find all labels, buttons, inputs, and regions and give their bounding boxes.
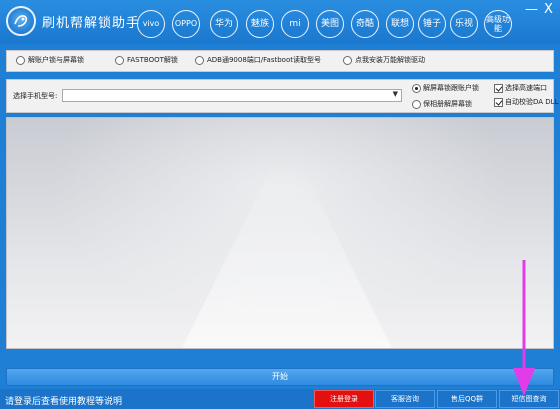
checkbox-label-auto-dll: 自动校验DA DLL: [505, 98, 559, 106]
app-title: 刷机帮解锁助手: [42, 16, 141, 31]
advanced-functions-button[interactable]: 高级功能: [484, 10, 512, 38]
checkbox-auto-dll[interactable]: [494, 98, 503, 107]
chevron-down-icon[interactable]: ▼: [393, 90, 398, 98]
option-radio-fastboot[interactable]: [115, 56, 124, 65]
customer-service-button[interactable]: 客服咨询: [375, 390, 435, 408]
bottom-bar: 请登录后查看使用教程等说明 注册登录 客服咨询 售后QQ群 短信图查询: [0, 389, 560, 409]
brand-oppo-button[interactable]: OPPO: [172, 10, 200, 38]
close-button[interactable]: X: [544, 2, 553, 17]
model-select[interactable]: ▼: [62, 89, 402, 102]
start-button[interactable]: 开始: [6, 368, 554, 386]
brand-huawei-button[interactable]: 华为: [210, 10, 238, 38]
option-radio-install-driver[interactable]: [343, 56, 352, 65]
option-label-unlock-account: 解账户锁与屏幕锁: [28, 56, 84, 64]
checkbox-label-fast-port: 选择高速端口: [505, 84, 547, 92]
brand-xiaomi-button[interactable]: mi: [281, 10, 309, 38]
option-radio-adb-9008[interactable]: [195, 56, 204, 65]
radio-label-clear-all-locks: 解屏幕锁跟账户锁: [423, 84, 479, 92]
brand-vivo-button[interactable]: vivo: [137, 10, 165, 38]
brand-qiku-button[interactable]: 奇酷: [351, 10, 379, 38]
option-label-install-driver: 点我安装万能解锁驱动: [355, 56, 425, 64]
model-label: 选择手机型号:: [13, 92, 58, 100]
radio-label-keep-album: 保相册解屏幕锁: [423, 100, 472, 108]
pointer-arrow-icon: [513, 260, 535, 396]
brand-letv-button[interactable]: 乐视: [450, 10, 478, 38]
app-logo-icon: [6, 6, 36, 36]
option-label-adb-9008: ADB通9008端口/Fastboot读取型号: [207, 56, 321, 64]
background-image: [177, 158, 397, 348]
after-sales-qq-group-button[interactable]: 售后QQ群: [437, 390, 497, 408]
minimize-button[interactable]: —: [525, 2, 538, 17]
brand-lenovo-button[interactable]: 联想: [386, 10, 414, 38]
model-panel: 选择手机型号: ▼ 解屏幕锁跟账户锁 保相册解屏幕锁 选择高速端口 自动校验DA…: [6, 79, 558, 113]
app-window: 刷机帮解锁助手 vivo OPPO 华为 魅族 mi 美图 奇酷 联想 锤子 乐…: [0, 0, 560, 409]
checkbox-fast-port[interactable]: [494, 84, 503, 93]
brand-meitu-button[interactable]: 美图: [316, 10, 344, 38]
radio-keep-album[interactable]: [412, 100, 421, 109]
brand-smartisan-button[interactable]: 锤子: [418, 10, 446, 38]
register-login-button[interactable]: 注册登录: [314, 390, 374, 408]
title-bar: 刷机帮解锁助手 vivo OPPO 华为 魅族 mi 美图 奇酷 联想 锤子 乐…: [0, 0, 560, 44]
radio-clear-all-locks[interactable]: [412, 84, 421, 93]
option-label-fastboot: FASTBOOT解锁: [127, 56, 178, 64]
mode-options-panel: 解账户锁与屏幕锁 FASTBOOT解锁 ADB通9008端口/Fastboot读…: [6, 50, 554, 72]
option-radio-unlock-account[interactable]: [16, 56, 25, 65]
status-text: 请登录后查看使用教程等说明: [5, 397, 123, 407]
output-area: [6, 117, 554, 349]
brand-meizu-button[interactable]: 魅族: [246, 10, 274, 38]
